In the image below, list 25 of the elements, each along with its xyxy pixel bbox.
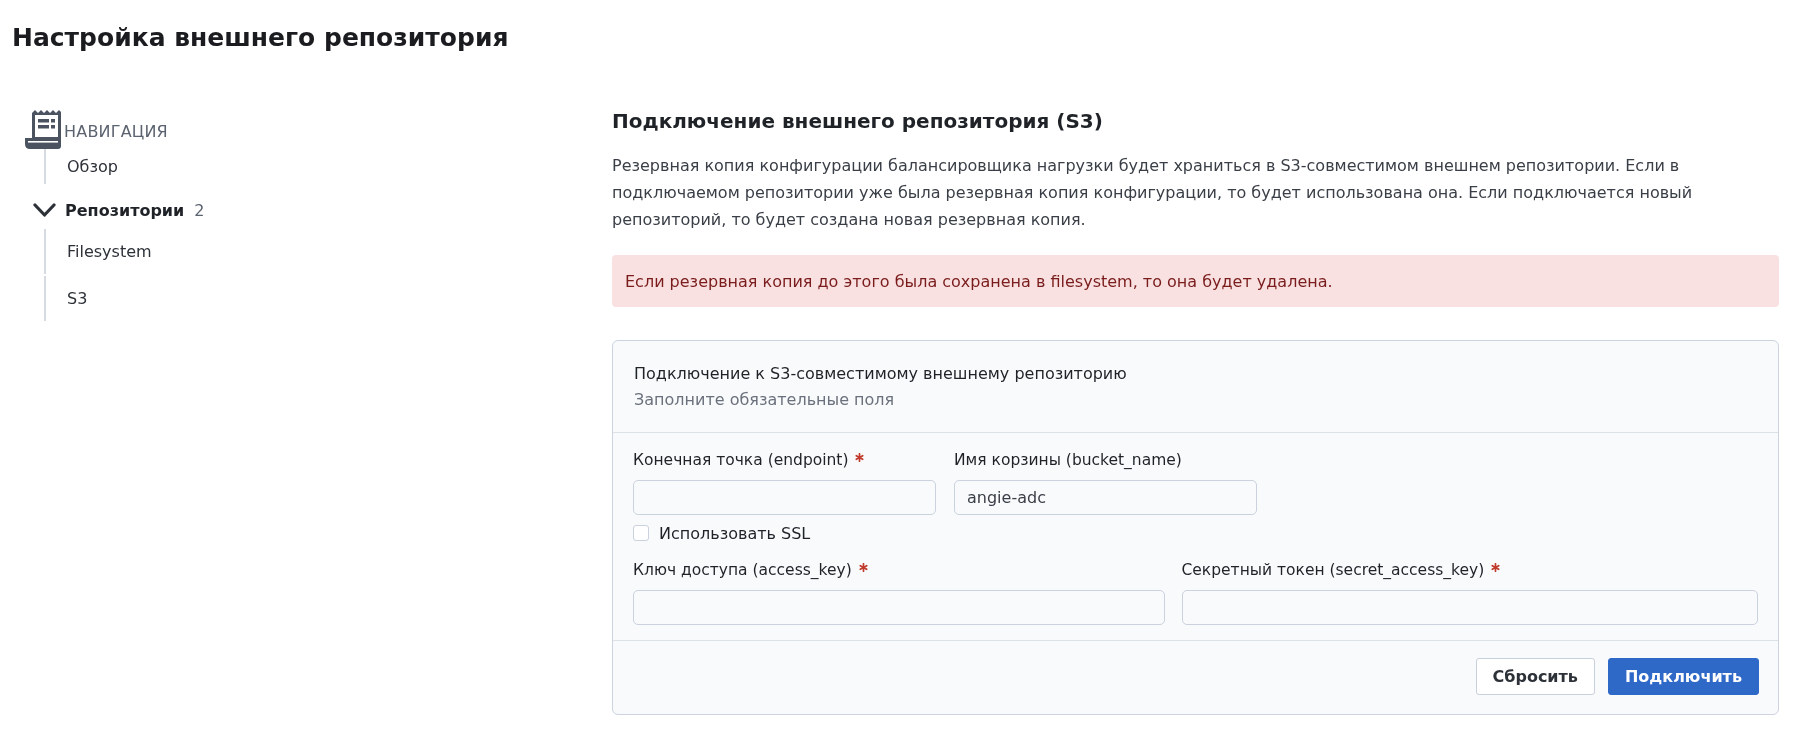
nav-link[interactable]: Filesystem [67,242,152,261]
page-title: Настройка внешнего репозитория [12,22,510,54]
input-field[interactable] [1181,590,1758,625]
field-label: Имя корзины (bucket_name) [954,450,1182,471]
nav-link[interactable]: S3 [67,289,88,308]
input-field[interactable]: angie-adc [954,480,1257,515]
nav-heading: НАВИГАЦИЯ [64,121,168,141]
item-count: 2 [194,200,205,220]
document-icon [25,109,61,149]
section-description: Резервная копия конфигурации балансировщика нагрузки будет храниться в S3-совместимом внешнем репозитории. Если в подключаемом репозитории уже была резервная копия конфигурации, то будет использована она. Если подключается новый репозиторий, то будет создана новая резервная копия. [612,155,1694,231]
checkbox-label: Использовать SSL [659,523,811,543]
alert-message: Если резервная копия до этого была сохранена в filesystem, то она будет удалена. [612,255,1779,307]
card-title: Подключение к S3-совместимому внешнему репозиторию [634,363,1127,385]
section-heading: Подключение внешнего репозитория (S3) [612,108,1104,134]
field-label: Ключ доступа (access_key) [633,560,852,581]
checkbox[interactable] [633,525,649,541]
input-field[interactable] [633,590,1165,625]
reset-button[interactable]: Сбросить [1475,658,1595,695]
nav-link[interactable]: Обзор [67,157,118,176]
input-field[interactable] [633,480,936,515]
connect-button[interactable]: Подключить [1607,658,1759,695]
field-label: Секретный токен (secret_access_key) [1181,560,1485,581]
field-label: Конечная точка (endpoint) [633,450,849,471]
card-subtitle: Заполните обязательные поля [634,389,895,411]
nav-group-toggle[interactable]: Репозитории [33,200,185,220]
